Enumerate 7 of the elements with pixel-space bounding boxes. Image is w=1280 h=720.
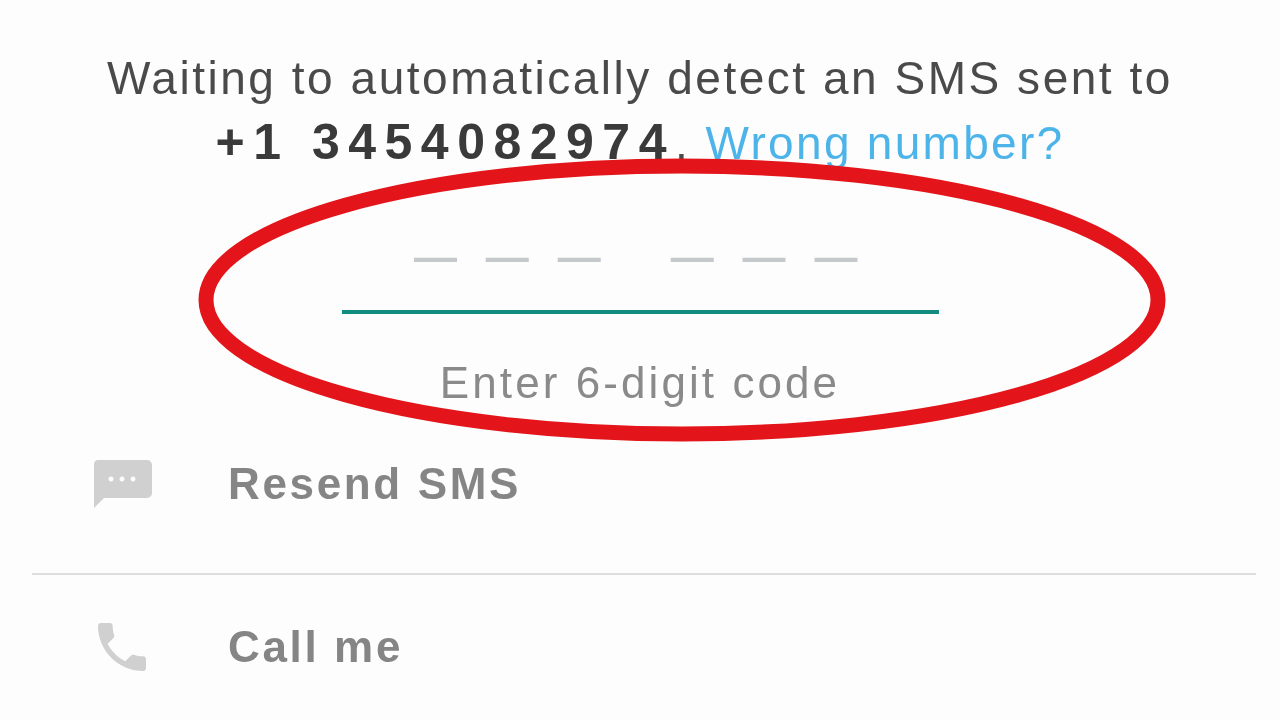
verification-message: Waiting to automatically detect an SMS sent to +1 3454082974. Wrong number? — [106, 51, 1174, 172]
wrong-number-link[interactable]: Wrong number? — [705, 117, 1065, 169]
code-hint: Enter 6-digit code — [439, 357, 841, 409]
call-me-button[interactable]: Call me — [0, 604, 403, 690]
resend-sms-button[interactable]: Resend SMS — [0, 441, 521, 527]
chat-bubble-icon — [92, 460, 152, 508]
code-input-field[interactable]: — — — — — — — [341, 224, 939, 314]
